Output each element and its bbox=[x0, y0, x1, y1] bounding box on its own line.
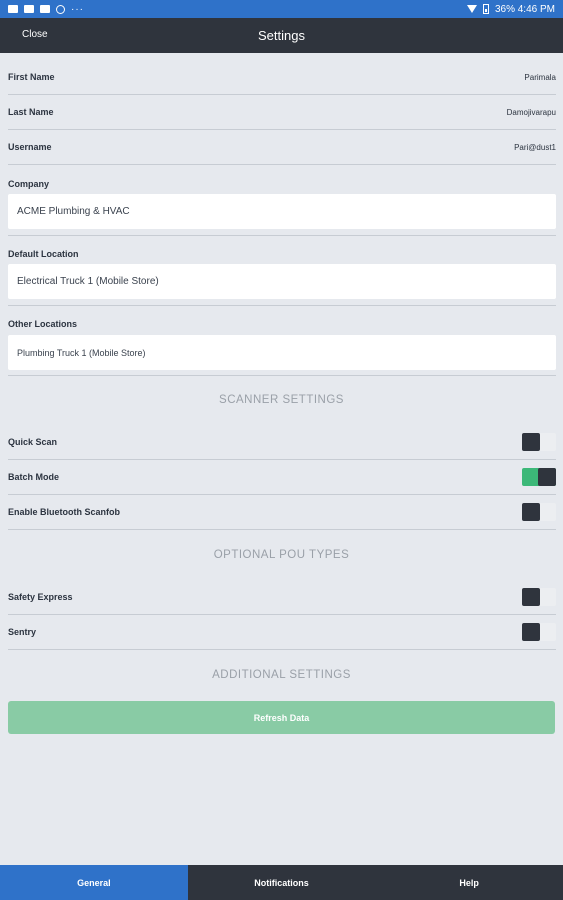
batch-mode-label: Batch Mode bbox=[8, 472, 60, 482]
company-label: Company bbox=[8, 179, 50, 189]
status-bar: ··· 36% 4:46 PM bbox=[0, 0, 563, 18]
username-label: Username bbox=[8, 142, 52, 152]
wifi-icon bbox=[466, 5, 477, 13]
first-name-value: Parimala bbox=[524, 72, 556, 82]
bottom-tab-bar: General Notifications Help bbox=[0, 865, 563, 900]
tab-general[interactable]: General bbox=[0, 865, 188, 900]
divider bbox=[8, 235, 556, 236]
toggle-knob bbox=[538, 468, 556, 486]
company-field[interactable]: ACME Plumbing & HVAC bbox=[8, 194, 556, 229]
video-icon bbox=[40, 5, 50, 13]
username-row: Username Pari@dust1 bbox=[8, 130, 556, 165]
more-icon: ··· bbox=[71, 3, 84, 15]
quick-scan-label: Quick Scan bbox=[8, 437, 58, 447]
sentry-label: Sentry bbox=[8, 627, 37, 637]
toggle-knob bbox=[522, 623, 540, 641]
quick-scan-row: Quick Scan bbox=[8, 425, 556, 460]
default-location-field[interactable]: Electrical Truck 1 (Mobile Store) bbox=[8, 264, 556, 299]
safety-express-toggle[interactable] bbox=[522, 588, 556, 606]
default-location-label: Default Location bbox=[8, 249, 79, 259]
sentry-row: Sentry bbox=[8, 615, 556, 650]
first-name-row: First Name Parimala bbox=[8, 60, 556, 95]
mail-icon bbox=[8, 5, 18, 13]
divider bbox=[8, 375, 556, 376]
other-locations-field[interactable]: Plumbing Truck 1 (Mobile Store) bbox=[8, 335, 556, 370]
scanner-settings-heading: SCANNER SETTINGS bbox=[219, 394, 344, 406]
toggle-knob bbox=[522, 588, 540, 606]
title-bar: Close Settings bbox=[0, 18, 563, 53]
sentry-toggle[interactable] bbox=[522, 623, 556, 641]
additional-settings-heading: ADDITIONAL SETTINGS bbox=[212, 669, 351, 681]
tab-notifications[interactable]: Notifications bbox=[188, 865, 376, 900]
first-name-label: First Name bbox=[8, 72, 55, 82]
safety-express-row: Safety Express bbox=[8, 580, 556, 615]
page-title: Settings bbox=[258, 28, 305, 43]
gallery-icon bbox=[24, 5, 34, 13]
pou-types-heading: OPTIONAL POU TYPES bbox=[213, 549, 350, 561]
divider bbox=[8, 305, 556, 306]
quick-scan-toggle[interactable] bbox=[522, 433, 556, 451]
batch-mode-row: Batch Mode bbox=[8, 460, 556, 495]
safety-express-label: Safety Express bbox=[8, 592, 73, 602]
toggle-knob bbox=[522, 503, 540, 521]
refresh-data-button[interactable]: Refresh Data bbox=[8, 701, 555, 734]
bluetooth-scanfob-row: Enable Bluetooth Scanfob bbox=[8, 495, 556, 530]
at-icon bbox=[56, 4, 65, 14]
tab-help[interactable]: Help bbox=[375, 865, 563, 900]
username-value: Pari@dust1 bbox=[514, 142, 556, 152]
bluetooth-scanfob-label: Enable Bluetooth Scanfob bbox=[8, 507, 121, 517]
other-locations-label: Other Locations bbox=[8, 319, 78, 329]
last-name-label: Last Name bbox=[8, 107, 54, 117]
last-name-value: Damojivarapu bbox=[506, 107, 556, 117]
bluetooth-scanfob-toggle[interactable] bbox=[522, 503, 556, 521]
toggle-knob bbox=[522, 433, 540, 451]
battery-icon bbox=[482, 4, 489, 14]
batch-mode-toggle[interactable] bbox=[522, 468, 556, 486]
last-name-row: Last Name Damojivarapu bbox=[8, 95, 556, 130]
status-text: 36% 4:46 PM bbox=[494, 3, 555, 15]
